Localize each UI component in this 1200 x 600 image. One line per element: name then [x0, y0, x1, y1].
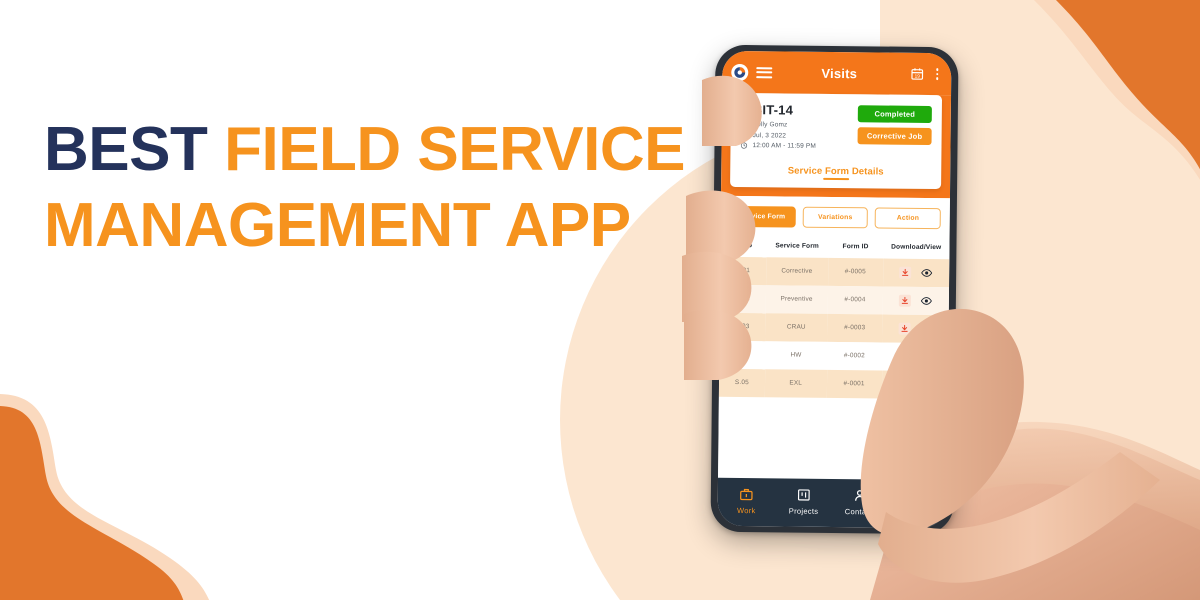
cell-sno: S.01 [720, 256, 767, 285]
cell-actions [882, 314, 949, 343]
cell-actions [882, 258, 950, 287]
more-menu-icon [911, 488, 926, 503]
status-badge: Completed [857, 105, 932, 124]
cell-actions [881, 342, 949, 371]
visit-info: VISIT-14 Selly Gomz Jul, 3 2022 12:00 AM… [740, 102, 816, 153]
contacts-icon [853, 488, 868, 503]
eye-icon[interactable] [920, 296, 932, 305]
visit-card-top: VISIT-14 Selly Gomz Jul, 3 2022 12:00 AM… [740, 102, 932, 154]
nav-item-work[interactable]: Work [718, 486, 776, 515]
eye-icon[interactable] [920, 324, 932, 333]
visit-badges: Completed Corrective Job [857, 103, 932, 146]
app-title: Visits [821, 65, 858, 81]
nav-item-more[interactable]: More [889, 488, 947, 517]
app-header: Visits 19 [722, 50, 952, 96]
nav-label-contacts: Contacts [844, 506, 877, 516]
service-form-details-link[interactable]: Service Form Details [788, 165, 884, 180]
headline-word-best: BEST [44, 115, 208, 184]
eye-icon[interactable] [920, 352, 932, 361]
download-icon[interactable] [899, 294, 912, 307]
phone-screen: Visits 19 VISIT-14 Selly Gomz Jul, 3 202… [717, 50, 952, 529]
visit-person-row: Selly Gomz [741, 121, 817, 129]
nav-item-contacts[interactable]: Contacts [832, 487, 890, 516]
nav-label-projects: Projects [788, 506, 819, 516]
calendar-icon[interactable]: 19 [910, 67, 924, 81]
cell-id: #-0003 [827, 313, 883, 343]
user-icon [741, 121, 748, 128]
bottom-navigation-bar: Work Projects Contacts More [717, 477, 948, 529]
visit-date: Jul, 3 2022 [752, 131, 787, 139]
service-form-table-area: S. No Service Form Form ID Download/View… [718, 235, 950, 481]
table-row[interactable]: S.03 CRAU #-0003 [719, 312, 949, 343]
cell-id: #-0002 [826, 341, 883, 370]
page-headline: BEST FIELD SERVICE MANAGEMENT APP [44, 112, 704, 264]
cell-form: Corrective [765, 256, 828, 286]
nav-label-work: Work [736, 505, 756, 515]
service-form-table: S. No Service Form Form ID Download/View… [718, 235, 950, 399]
visit-time-row: 12:00 AM - 11:59 PM [740, 142, 816, 150]
kanban-icon [796, 487, 811, 502]
table-row[interactable]: S.02 Preventive #-0004 [719, 284, 950, 315]
table-row[interactable]: S.01 Corrective #-0005 [720, 256, 950, 287]
clock-icon [740, 142, 748, 149]
download-icon[interactable] [898, 350, 911, 363]
calendar-icon [741, 131, 748, 139]
cell-id: #-0004 [827, 285, 883, 315]
pill-service-form[interactable]: Service Form [729, 205, 796, 228]
cell-form: Preventive [765, 284, 828, 314]
banner-canvas: BEST FIELD SERVICE MANAGEMENT APP Visits… [0, 0, 1200, 600]
visit-person-name: Selly Gomz [752, 121, 788, 129]
bottom-left-blob-decoration [0, 394, 210, 600]
kebab-menu-icon[interactable] [932, 68, 942, 80]
table-body: S.01 Corrective #-0005 S.02 Preventive #… [718, 256, 950, 399]
cell-sno: S.04 [719, 340, 766, 369]
briefcase-icon [739, 487, 754, 502]
eye-icon[interactable] [920, 268, 933, 277]
app-logo-icon[interactable] [731, 63, 749, 81]
table-row[interactable]: S.05 EXL #-0001 [718, 368, 949, 399]
cell-form: EXL [764, 368, 827, 398]
cell-id: #-0005 [827, 257, 883, 287]
svg-text:19: 19 [915, 74, 921, 79]
visit-id: VISIT-14 [740, 102, 794, 118]
download-icon[interactable] [899, 266, 912, 279]
visit-date-row: Jul, 3 2022 [741, 132, 817, 140]
service-form-details-wrap: Service Form Details [740, 160, 931, 181]
table-header-row: S. No Service Form Form ID Download/View [720, 235, 950, 259]
nav-item-projects[interactable]: Projects [775, 487, 833, 516]
th-download-view: Download/View [882, 237, 950, 259]
cell-actions [882, 286, 950, 315]
cell-actions [881, 369, 949, 399]
pill-action[interactable]: Action [874, 206, 941, 229]
hamburger-icon[interactable] [756, 66, 773, 78]
cell-sno: S.02 [719, 284, 766, 313]
pill-variations[interactable]: Variations [802, 206, 869, 228]
cell-id: #-0001 [826, 369, 882, 398]
filter-pill-row: Service Form Variations Action [720, 195, 950, 238]
th-service-form: Service Form [766, 235, 829, 258]
visit-card[interactable]: VISIT-14 Selly Gomz Jul, 3 2022 12:00 AM… [730, 92, 943, 189]
nav-label-more: More [908, 507, 928, 517]
cell-form: HW [764, 340, 828, 370]
table-row[interactable]: S.04 HW #-0002 [719, 340, 949, 371]
th-sno: S. No [720, 235, 767, 257]
job-type-badge[interactable]: Corrective Job [857, 127, 932, 146]
cell-form: CRAU [765, 312, 828, 342]
download-icon[interactable] [898, 322, 911, 335]
cell-sno: S.03 [719, 312, 766, 341]
eye-icon[interactable] [919, 380, 931, 389]
download-icon[interactable] [898, 378, 911, 391]
visit-card-container: VISIT-14 Selly Gomz Jul, 3 2022 12:00 AM… [720, 92, 952, 198]
phone-mockup: Visits 19 VISIT-14 Selly Gomz Jul, 3 202… [710, 44, 959, 535]
th-form-id: Form ID [827, 236, 884, 259]
visit-time: 12:00 AM - 11:59 PM [752, 142, 816, 150]
cell-sno: S.05 [718, 368, 765, 397]
